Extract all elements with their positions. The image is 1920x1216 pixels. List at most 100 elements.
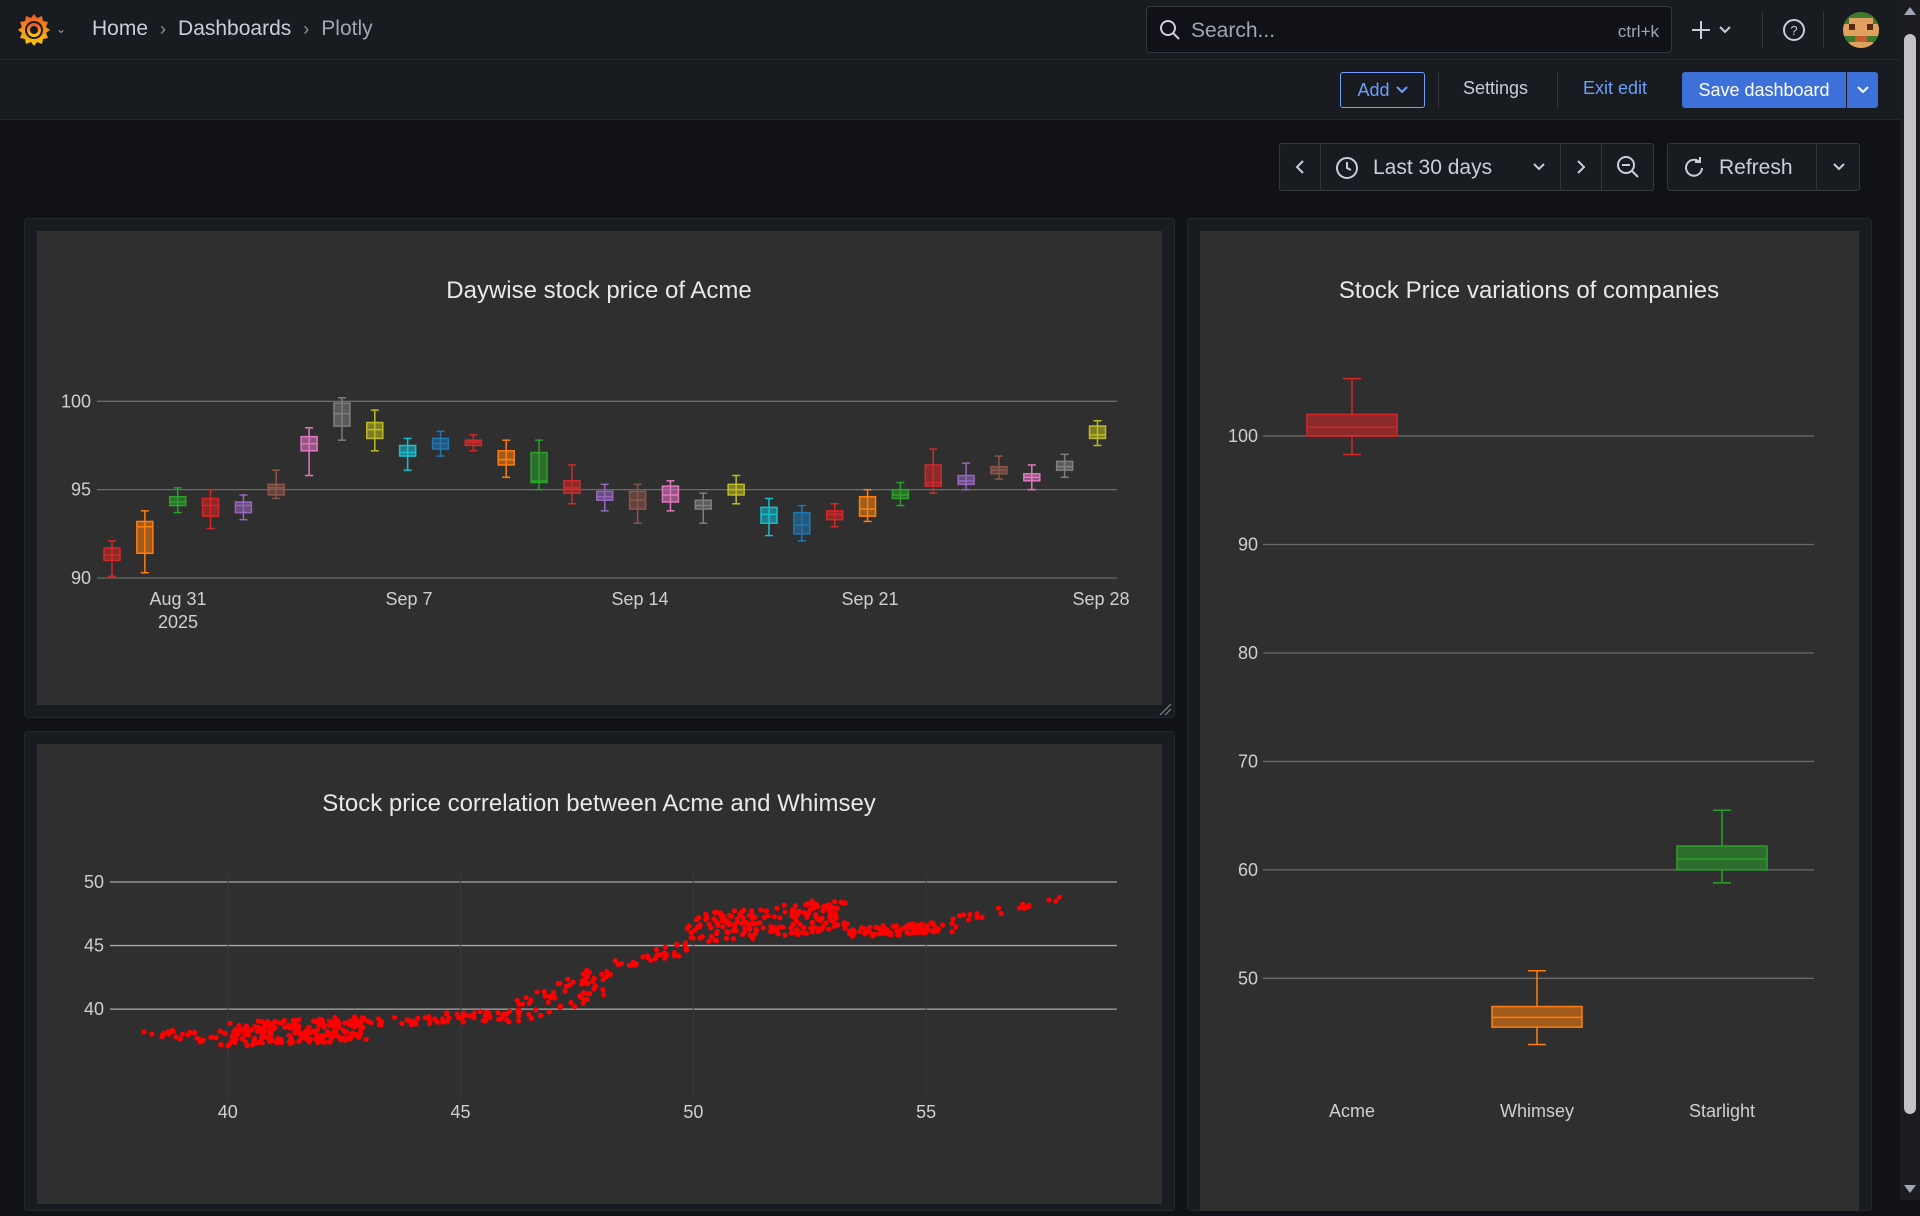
scatter-point — [757, 920, 763, 926]
scatter-point — [533, 1007, 539, 1013]
scatter-point — [538, 1012, 544, 1019]
daywise-box-chart: Daywise stock price of Acme 90 95 100 Aug 3… — [61, 277, 1130, 632]
scatter-point — [922, 928, 929, 934]
scatter-point — [662, 955, 668, 961]
scatter-point — [483, 1017, 489, 1024]
scatter-point — [515, 1007, 521, 1014]
add-button[interactable]: Add — [1340, 72, 1425, 108]
scatter-point — [586, 969, 592, 975]
scroll-down-icon[interactable] — [1903, 1184, 1917, 1194]
time-range-button[interactable]: Last 30 days — [1321, 144, 1561, 190]
refresh-button[interactable]: Refresh — [1668, 144, 1817, 190]
refresh-interval-button[interactable] — [1817, 144, 1861, 190]
scatter-point — [654, 952, 660, 958]
scatter-point — [500, 1013, 506, 1019]
scatter-point — [557, 980, 563, 986]
time-forward-button[interactable] — [1561, 144, 1602, 190]
exit-edit-button[interactable]: Exit edit — [1583, 78, 1647, 99]
box-body — [1306, 413, 1398, 437]
grafana-logo-icon[interactable] — [16, 12, 52, 48]
x-tick-label: Whimsey — [1500, 1101, 1574, 1121]
scatter-point — [721, 915, 727, 922]
box-body — [596, 490, 614, 502]
scatter-point — [194, 1035, 200, 1041]
scatter-point — [747, 926, 753, 932]
scatter-point — [782, 932, 788, 938]
divider — [1438, 72, 1439, 108]
scatter-point — [830, 904, 836, 910]
scatter-point — [523, 994, 529, 1001]
plot-daywise: Daywise stock price of Acme 90 95 100 Aug 3… — [37, 231, 1162, 705]
scatter-point — [159, 1032, 166, 1038]
scatter-point — [974, 914, 980, 920]
scatter-point — [818, 915, 825, 921]
scatter-point — [584, 974, 590, 980]
box-body — [366, 421, 384, 440]
scatter-point — [979, 914, 985, 920]
scatter-point — [774, 905, 780, 911]
plot-variations: Stock Price variations of companies 50 60… — [1200, 231, 1859, 1211]
scatter-point — [173, 1034, 179, 1040]
scatter-point — [761, 914, 768, 920]
scatter-point — [715, 922, 721, 928]
scatter-point — [179, 1031, 186, 1037]
variations-box-chart: Stock Price variations of companies 50 60… — [1228, 277, 1814, 1121]
scatter-point — [526, 1011, 532, 1017]
help-icon[interactable]: ? — [1782, 18, 1806, 42]
scatter-point — [890, 923, 896, 929]
chevron-down-icon[interactable]: ⌄ — [56, 22, 66, 36]
scatter-point — [306, 1024, 312, 1030]
scatter-point — [877, 930, 883, 937]
scatter-point — [797, 921, 803, 927]
scroll-up-icon[interactable] — [1903, 6, 1917, 16]
scatter-point — [823, 920, 829, 926]
resize-handle-icon[interactable] — [1158, 702, 1172, 716]
y-tick-label: 45 — [84, 936, 104, 956]
scatter-point — [697, 922, 703, 928]
scrollbar-thumb[interactable] — [1904, 34, 1916, 1114]
scatter-point — [1022, 904, 1028, 910]
time-back-button[interactable] — [1280, 144, 1321, 190]
scatter-point — [806, 910, 812, 916]
save-options-button[interactable] — [1847, 72, 1878, 108]
scatter-point — [427, 1020, 433, 1026]
new-menu-button[interactable] — [1688, 14, 1740, 46]
box-body — [694, 499, 713, 510]
scatter-point — [653, 946, 659, 953]
x-tick-label: 50 — [683, 1102, 703, 1122]
scatter-point — [302, 1034, 308, 1040]
scatter-point — [743, 919, 749, 926]
scatter-point — [269, 1038, 275, 1044]
save-dashboard-button[interactable]: Save dashboard — [1682, 72, 1846, 108]
scatter-point — [399, 1020, 405, 1027]
scatter-point — [801, 910, 807, 916]
scatter-point — [777, 915, 783, 921]
scatter-point — [846, 930, 853, 937]
scatter-point — [297, 1031, 303, 1037]
scatter-point — [248, 1027, 255, 1033]
scatter-point — [319, 1017, 325, 1023]
scatter-point — [676, 953, 682, 959]
scatter-point — [600, 986, 606, 993]
scatter-point — [792, 903, 798, 909]
scatter-point — [732, 923, 738, 929]
avatar[interactable] — [1843, 12, 1879, 48]
scatter-point — [581, 990, 587, 996]
scatter-point — [809, 919, 816, 926]
search-icon — [1160, 20, 1180, 40]
breadcrumb-home[interactable]: Home — [92, 17, 148, 41]
divider — [1823, 12, 1824, 48]
search-input[interactable]: Search... ctrl+k — [1146, 6, 1672, 53]
scatter-point — [577, 993, 583, 999]
y-tick-label: 60 — [1238, 860, 1258, 880]
x-tick-label: Sep 28 — [1072, 589, 1129, 609]
box-body — [563, 480, 581, 494]
settings-button[interactable]: Settings — [1463, 78, 1528, 99]
scatter-point — [200, 1037, 206, 1043]
breadcrumb-dashboards[interactable]: Dashboards — [178, 17, 291, 41]
scatter-point — [704, 915, 710, 921]
chevron-left-icon — [1295, 160, 1304, 174]
zoom-out-button[interactable] — [1602, 144, 1653, 190]
scatter-point — [287, 1040, 294, 1047]
chart-title: Stock price correlation between Acme and… — [322, 790, 876, 817]
